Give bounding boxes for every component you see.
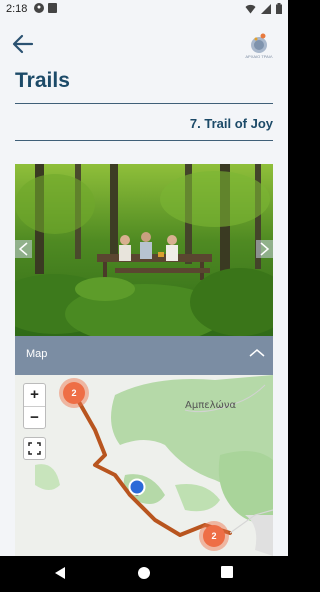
notification-icon [48,3,57,13]
trail-map[interactable]: + − Αμπελώνα 2 2 [15,375,273,556]
back-triangle-icon[interactable] [54,566,66,580]
battery-icon [276,3,282,14]
zoom-control: + − [23,383,46,429]
trail-name: 7. Trail of Joy [189,116,273,131]
place-label: Αμπελώνα [185,400,237,411]
title-divider [15,103,273,104]
logo-text: ΑΡΧΑΙΟ ΤΡΑΙΛ [245,54,273,59]
trail-photo [15,164,273,336]
cluster-count: 2 [63,382,85,404]
chevron-right-icon [260,242,270,256]
gallery-next-button[interactable] [256,240,273,258]
status-right-icons [245,3,282,14]
chevron-up-icon[interactable] [249,348,265,358]
marker-cluster[interactable]: 2 [199,521,229,551]
status-time: 2:18 [6,3,28,15]
page-title: Trails [15,69,70,92]
logo-mark-icon [251,33,267,53]
system-nav-bar [0,556,288,592]
signal-icon [261,3,271,14]
map-section-label: Map [26,348,48,360]
top-bar: ΑΡΧΑΙΟ ΤΡΑΙΛ [0,18,288,68]
chrome-icon: ● [34,3,44,13]
gallery-prev-button[interactable] [15,240,32,258]
zoom-out-button[interactable]: − [24,407,45,429]
app-screen: ΑΡΧΑΙΟ ΤΡΑΙΛ Trails 7. Trail of Joy Map … [0,18,288,556]
zoom-in-button[interactable]: + [24,384,45,406]
status-left-icons: ● [34,3,57,13]
marker-cluster[interactable]: 2 [59,378,89,408]
fullscreen-icon [28,442,41,455]
wifi-icon [245,4,256,13]
trail-divider [15,140,273,141]
home-circle-icon[interactable] [137,566,151,580]
recents-square-icon[interactable] [221,566,233,578]
arrow-left-icon[interactable] [12,34,34,54]
app-logo: ΑΡΧΑΙΟ ΤΡΑΙΛ [244,30,274,60]
status-bar: 2:18 ● [0,0,288,18]
cluster-count: 2 [203,525,225,547]
photo-gallery[interactable] [15,164,273,336]
chevron-left-icon [18,242,28,256]
map-section-header[interactable]: Map [15,336,273,375]
fullscreen-button[interactable] [23,437,46,460]
